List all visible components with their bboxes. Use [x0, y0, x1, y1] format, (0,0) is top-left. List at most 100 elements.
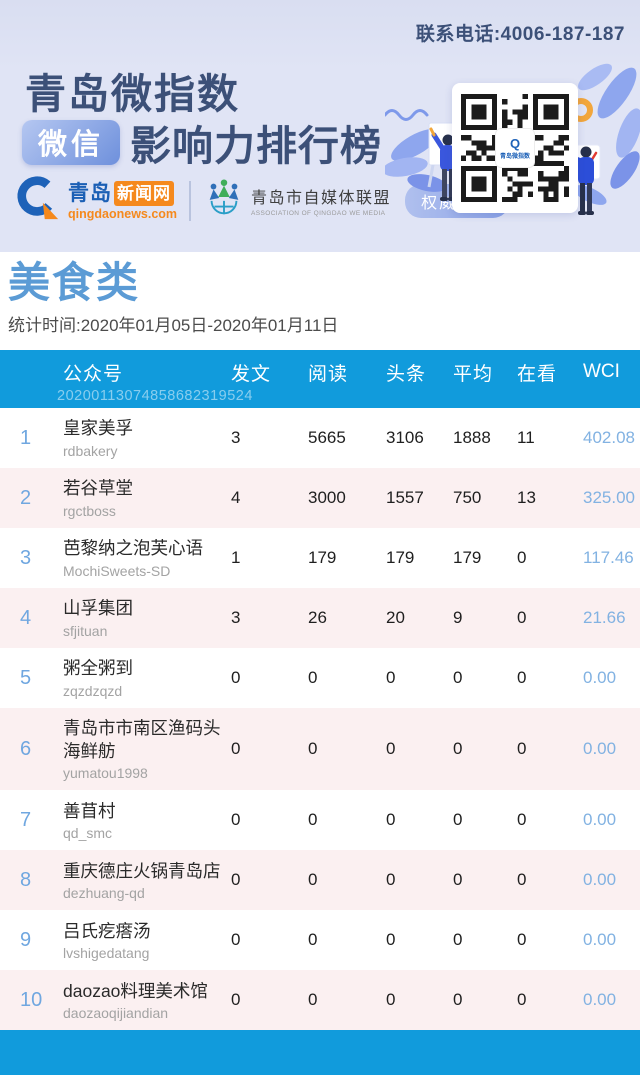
- qingdaonews-cn1: 青岛: [68, 181, 112, 205]
- account-id: rgctboss: [63, 502, 116, 519]
- average-count: 1888: [453, 428, 491, 447]
- table-row: 5 粥全粥到 zqzdzqzd 0 0 0 0 0 0.00: [0, 648, 640, 708]
- average-count: 0: [453, 668, 463, 687]
- headline-count: 0: [386, 668, 396, 687]
- wci-score: 0.00: [583, 810, 617, 830]
- headline-count: 0: [386, 930, 396, 950]
- posts-count: 0: [231, 739, 241, 759]
- average-count: 750: [453, 488, 482, 507]
- table-row: 10 daozao料理美术馆 daozaoqijiandian 0 0 0 0 …: [0, 970, 640, 1031]
- wemedia-subtitle: ASSOCIATION OF QINGDAO WE MEDIA: [251, 210, 386, 217]
- headline-count: 20: [386, 608, 405, 627]
- posts-count: 0: [231, 668, 241, 687]
- account-name: 重庆德庄火锅青岛店: [63, 860, 221, 881]
- category-section: 美食类 统计时间:2020年01月05日-2020年01月11日: [0, 252, 640, 350]
- account-id: lvshigedatang: [63, 944, 150, 961]
- headline-count: 179: [386, 548, 415, 567]
- table-row: 2 若谷草堂 rgctboss 4 3000 1557 750 13 325.0…: [0, 468, 640, 528]
- reads-count: 26: [308, 608, 327, 627]
- average-count: 9: [453, 608, 463, 627]
- account-name: 吕氏疙瘩汤: [63, 920, 151, 941]
- reads-count: 3000: [308, 488, 346, 507]
- account-name: 芭黎纳之泡芙心语: [63, 538, 203, 559]
- account-cell: daozao料理美术馆 daozaoqijiandian: [63, 980, 231, 1021]
- reads-count: 0: [308, 739, 318, 759]
- rank-number: 6: [20, 737, 32, 760]
- reads-count: 0: [308, 990, 318, 1010]
- posts-count: 0: [231, 870, 241, 890]
- account-name: 青岛市市南区渔码头海鲜舫: [63, 718, 221, 762]
- contact-phone: 联系电话:4006-187-187: [415, 24, 625, 45]
- main-title-line2-row: 微信 影响力排行榜: [22, 112, 382, 172]
- wci-score: 21.66: [583, 608, 626, 627]
- qingdaonews-logo-text: 青岛 新闻网 qingdaonews.com: [68, 180, 177, 221]
- headline-count: 0: [386, 739, 396, 759]
- qr-code: Q 青岛微指数: [452, 83, 578, 213]
- wemedia-logo-icon: [203, 175, 245, 226]
- rank-number: 1: [20, 426, 32, 449]
- account-cell: 善苜村 qd_smc: [63, 800, 231, 841]
- wemedia-name: 青岛市自媒体联盟: [251, 190, 392, 207]
- account-cell: 粥全粥到 zqzdzqzd: [63, 657, 231, 698]
- account-name: 皇家美孚: [63, 418, 133, 439]
- wci-score: 117.46: [583, 548, 634, 567]
- reads-count: 0: [308, 668, 318, 687]
- rank-number: 7: [20, 808, 32, 831]
- table-row: 9 吕氏疙瘩汤 lvshigedatang 0 0 0 0 0 0.00: [0, 910, 640, 971]
- col-header-wci: WCI: [583, 361, 620, 382]
- account-cell: 山孚集团 sfjituan: [63, 597, 231, 638]
- logo-divider: [189, 180, 192, 221]
- wci-score: 0.00: [583, 990, 617, 1010]
- average-count: 0: [453, 739, 463, 759]
- looks-count: 0: [517, 548, 527, 567]
- looks-count: 13: [517, 488, 536, 507]
- col-header-average: 平均: [453, 363, 494, 385]
- table-row: 7 善苜村 qd_smc 0 0 0 0 0 0.00: [0, 790, 640, 851]
- qr-center-text: 青岛微指数: [499, 153, 530, 160]
- account-name: 粥全粥到: [63, 658, 133, 679]
- average-count: 0: [453, 930, 463, 950]
- reads-count: 0: [308, 810, 318, 830]
- posts-count: 0: [231, 810, 241, 830]
- main-title-line2: 影响力排行榜: [130, 123, 382, 169]
- table-row: 3 芭黎纳之泡芙心语 MochiSweets-SD 1 179 179 179 …: [0, 528, 640, 588]
- looks-count: 0: [517, 870, 527, 890]
- rank-number: 3: [20, 546, 32, 569]
- posts-count: 4: [231, 488, 241, 507]
- header-banner: 联系电话:4006-187-187 青岛微指数 微信 影响力排行榜 青岛 新闻网…: [0, 0, 640, 252]
- average-count: 0: [453, 810, 463, 830]
- looks-count: 11: [517, 428, 535, 447]
- average-count: 179: [453, 548, 482, 567]
- col-header-reads: 阅读: [308, 363, 349, 385]
- account-cell: 青岛市市南区渔码头海鲜舫 yumatou1998: [63, 717, 231, 781]
- account-id: qd_smc: [63, 824, 113, 841]
- reads-count: 0: [308, 870, 318, 890]
- wci-score: 0.00: [583, 739, 617, 759]
- account-id: daozaoqijiandian: [63, 1004, 169, 1021]
- table-row: 1 皇家美孚 rdbakery 3 5665 3106 1888 11 402.…: [0, 408, 640, 468]
- rank-number: 5: [20, 666, 32, 689]
- reads-count: 0: [308, 930, 318, 950]
- rank-number: 4: [20, 606, 32, 629]
- looks-count: 0: [517, 668, 527, 687]
- account-name: 若谷草堂: [63, 478, 133, 499]
- table-header: 公众号 发文 阅读 头条 平均 在看 WCI 20200113074858682…: [0, 350, 640, 408]
- posts-count: 3: [231, 428, 241, 447]
- account-cell: 重庆德庄火锅青岛店 dezhuang-qd: [63, 860, 231, 901]
- account-id: MochiSweets-SD: [63, 562, 171, 579]
- wci-score: 0.00: [583, 930, 617, 950]
- wechat-badge: 微信: [22, 119, 120, 165]
- rank-number: 2: [20, 486, 32, 509]
- qingdaonews-cn2: 新闻网: [114, 180, 174, 206]
- account-name: 山孚集团: [63, 598, 133, 619]
- reads-count: 5665: [308, 428, 346, 447]
- looks-count: 0: [517, 810, 527, 830]
- looks-count: 0: [517, 739, 527, 759]
- rank-number: 9: [20, 928, 32, 951]
- wemedia-logo-text: 青岛市自媒体联盟 ASSOCIATION OF QINGDAO WE MEDIA: [251, 184, 391, 217]
- looks-count: 0: [517, 990, 527, 1010]
- account-id: yumatou1998: [63, 765, 148, 782]
- col-header-posts: 发文: [231, 363, 272, 385]
- posts-count: 0: [231, 930, 241, 950]
- watermark-number: 20200113074858682319524: [57, 388, 253, 404]
